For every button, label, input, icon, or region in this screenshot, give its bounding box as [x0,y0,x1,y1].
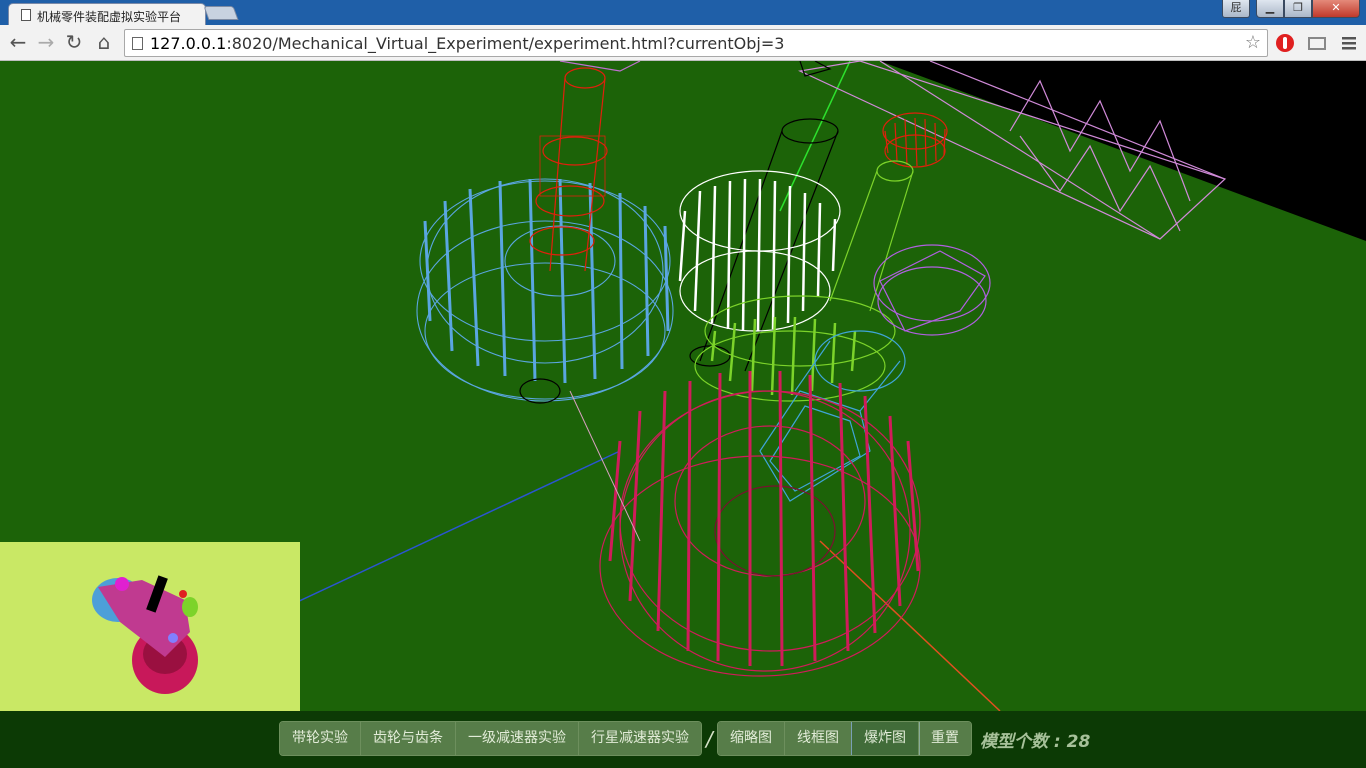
planetary-reducer-button[interactable]: 行星减速器实验 [579,722,701,755]
browser-toolbar: ← → ↻ ⌂ 127.0.0.1:8020/Mechanical_Virtua… [0,25,1366,61]
thumbnail-model [92,575,198,694]
url-text[interactable]: 127.0.0.1:8020/Mechanical_Virtual_Experi… [150,34,784,53]
minimize-icon[interactable]: ▁ [1256,0,1284,18]
url-host: 127.0.0.1 [150,34,227,53]
separator: / [706,727,713,751]
window-controls: 屁 ▁ ❐ ✕ [1222,0,1360,19]
extension-adblock-icon[interactable] [1274,32,1296,54]
page-icon [132,37,143,50]
belt-experiment-button[interactable]: 带轮实验 [280,722,361,755]
menu-icon[interactable] [1338,32,1360,54]
thumbnail-view[interactable] [0,542,300,711]
forward-icon[interactable]: → [34,31,58,55]
back-icon[interactable]: ← [6,31,30,55]
thumbnail-button[interactable]: 缩略图 [718,722,785,755]
reset-button[interactable]: 重置 [919,722,971,755]
bookmark-star-icon[interactable]: ☆ [1245,32,1261,53]
home-icon[interactable]: ⌂ [92,31,116,55]
reload-icon[interactable]: ↻ [62,31,86,55]
tab-title: 机械零件装配虚拟实验平台 [37,10,182,24]
new-tab-button[interactable] [203,6,239,20]
model-count: 模型个数 : 28 [980,732,1091,752]
restore-icon[interactable]: ❐ [1284,0,1312,18]
user-badge[interactable]: 屁 [1222,0,1250,18]
tab-strip: 机械零件装配虚拟实验平台 屁 ▁ ❐ ✕ [0,0,1366,25]
view-buttons: 缩略图 线框图 爆炸图 重置 [717,721,972,756]
url-path: :8020/Mechanical_Virtual_Experiment/expe… [226,34,785,53]
wireframe-button[interactable]: 线框图 [785,722,852,755]
page-icon [21,9,31,21]
control-bar: 带轮实验 齿轮与齿条 一级减速器实验 行星减速器实验 / 缩略图 线框图 爆炸图… [0,711,1366,768]
gear-rack-button[interactable]: 齿轮与齿条 [361,722,456,755]
tab-experiment[interactable]: 机械零件装配虚拟实验平台 [8,3,206,25]
extension-cast-icon[interactable] [1306,32,1328,54]
exploded-view-button[interactable]: 爆炸图 [851,722,920,755]
address-bar[interactable]: 127.0.0.1:8020/Mechanical_Virtual_Experi… [124,29,1268,57]
close-icon[interactable]: ✕ [1312,0,1360,18]
experiment-buttons: 带轮实验 齿轮与齿条 一级减速器实验 行星减速器实验 [279,721,702,756]
single-reducer-button[interactable]: 一级减速器实验 [456,722,579,755]
